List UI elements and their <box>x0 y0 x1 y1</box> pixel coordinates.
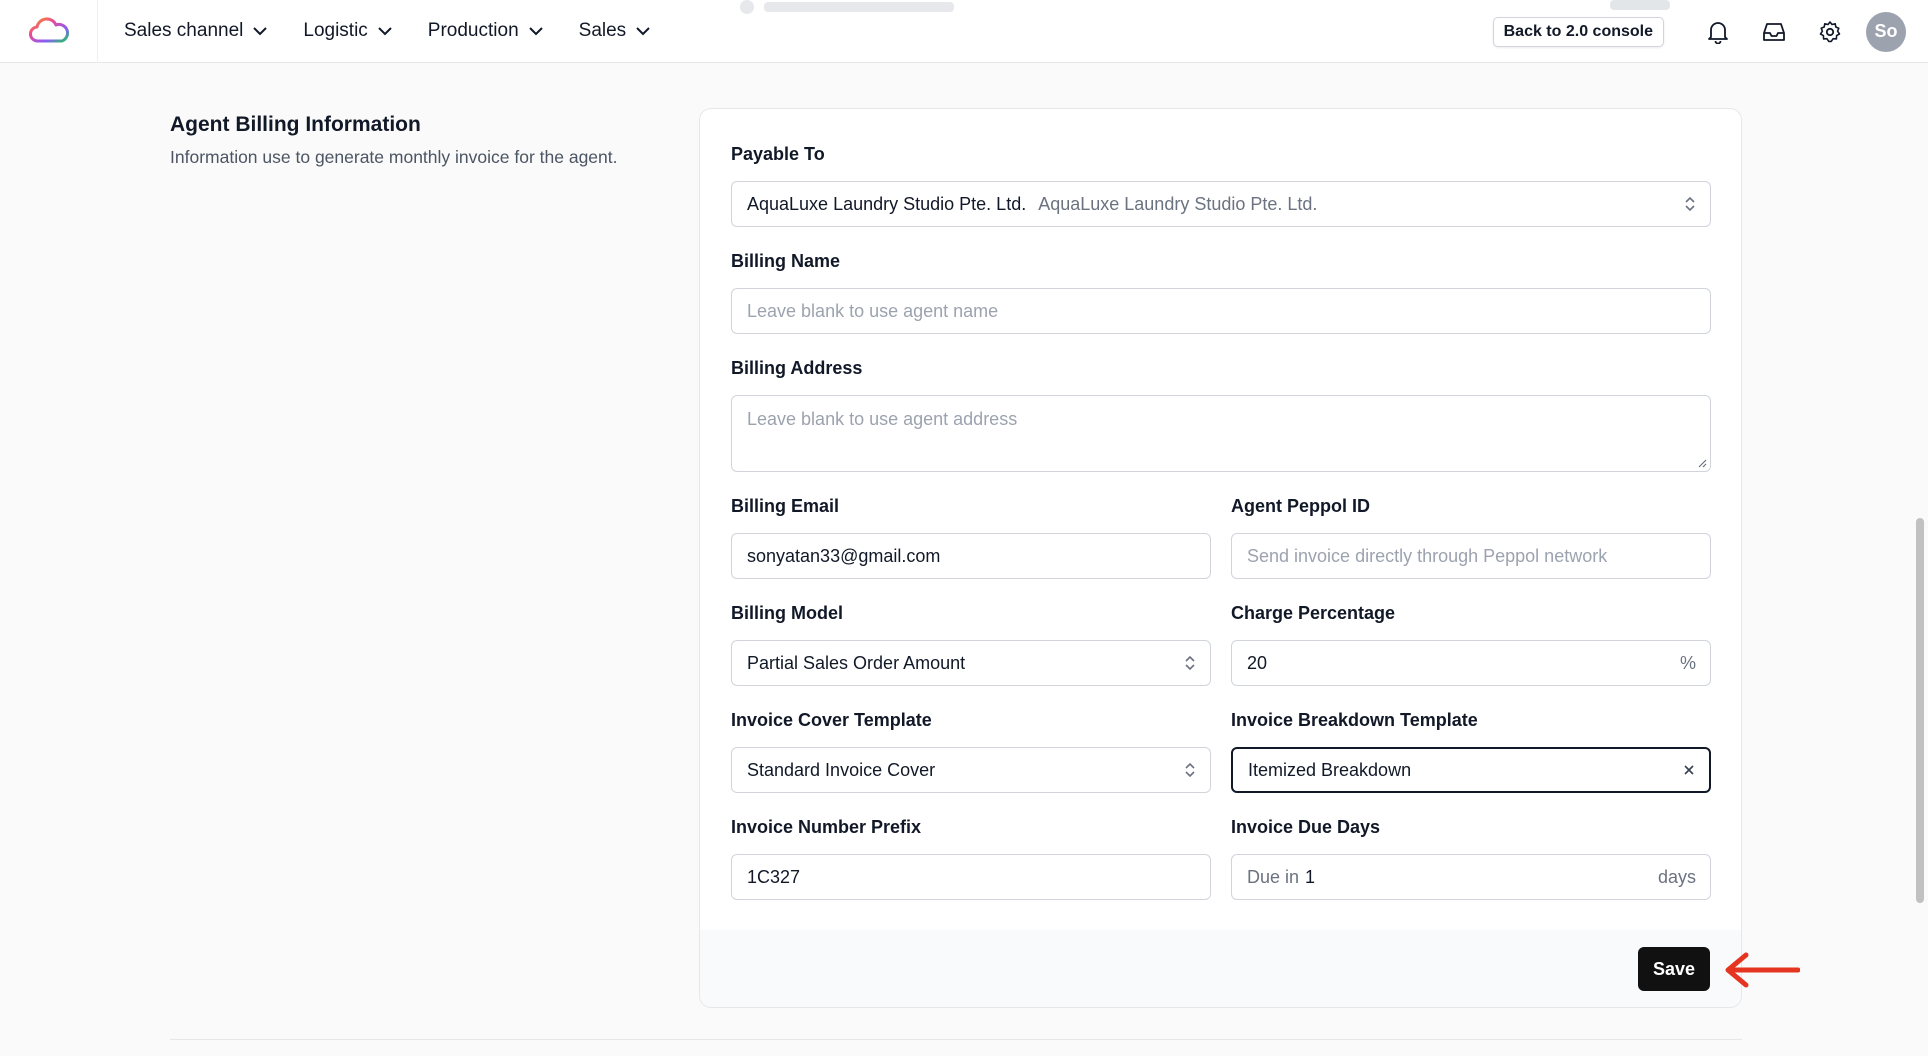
invoice-due-days-value: 1 <box>1305 866 1316 887</box>
invoice-cover-template-label: Invoice Cover Template <box>731 710 932 730</box>
scrollbar-thumb[interactable] <box>1916 518 1924 903</box>
page-scrollbar[interactable] <box>1912 63 1928 1056</box>
main-nav: Sales channel Logistic Production Sales <box>124 20 686 42</box>
select-updown-icon <box>1684 182 1696 226</box>
billing-email-label: Billing Email <box>731 496 840 516</box>
payable-to-select[interactable]: AquaLuxe Laundry Studio Pte. Ltd. AquaLu… <box>731 181 1711 227</box>
billing-name-input[interactable]: Leave blank to use agent name <box>731 288 1711 334</box>
invoice-breakdown-template-label: Invoice Breakdown Template <box>1231 710 1478 730</box>
invoice-due-days-input[interactable]: Due in 1 days <box>1231 854 1711 900</box>
percent-suffix: % <box>1679 652 1696 673</box>
payable-to-value: AquaLuxe Laundry Studio Pte. Ltd. <box>747 193 1027 214</box>
select-updown-icon <box>1184 641 1196 685</box>
gear-icon <box>1819 20 1841 42</box>
invoice-breakdown-template-value: Itemized Breakdown <box>1248 759 1412 780</box>
top-navigation-bar: Sales channel Logistic Production Sales … <box>0 0 1928 63</box>
section-description: Information use to generate monthly invo… <box>170 147 618 167</box>
billing-email-input[interactable]: sonyatan33@gmail.com <box>731 533 1211 579</box>
billing-model-value: Partial Sales Order Amount <box>747 652 966 673</box>
notifications-button[interactable] <box>1690 12 1746 52</box>
resize-grip-icon[interactable] <box>1697 458 1707 468</box>
chevron-down-icon <box>378 26 392 35</box>
clear-selection-button[interactable] <box>1683 749 1695 791</box>
chevron-down-icon <box>528 26 543 35</box>
card-footer <box>700 930 1741 1007</box>
billing-name-label: Billing Name <box>731 251 841 271</box>
nav-production[interactable]: Production <box>428 20 543 42</box>
billing-name-placeholder: Leave blank to use agent name <box>747 300 999 321</box>
days-suffix: days <box>1657 866 1696 887</box>
annotation-arrow-icon <box>1725 952 1800 988</box>
nav-label: Sales <box>578 20 627 41</box>
charge-percentage-input[interactable]: 20 % <box>1231 640 1711 686</box>
inbox-button[interactable] <box>1746 12 1802 52</box>
payable-to-label: Payable To <box>731 144 825 164</box>
back-to-console-button[interactable]: Back to 2.0 console <box>1492 16 1664 47</box>
select-updown-icon <box>1184 748 1196 792</box>
billing-model-select[interactable]: Partial Sales Order Amount <box>731 640 1211 686</box>
charge-percentage-label: Charge Percentage <box>1231 603 1396 623</box>
section-divider <box>170 1039 1742 1040</box>
nav-label: Production <box>427 20 519 41</box>
billing-address-placeholder: Leave blank to use agent address <box>747 409 1018 429</box>
billing-model-label: Billing Model <box>731 603 843 623</box>
close-icon <box>1684 765 1694 775</box>
billing-address-label: Billing Address <box>731 358 863 378</box>
bell-icon <box>1708 21 1728 44</box>
peppol-id-placeholder: Send invoice directly through Peppol net… <box>1247 545 1608 566</box>
invoice-cover-template-value: Standard Invoice Cover <box>747 759 936 780</box>
due-in-prefix: Due in <box>1247 866 1300 887</box>
billing-email-value: sonyatan33@gmail.com <box>747 545 941 566</box>
nav-sales-channel[interactable]: Sales channel <box>124 20 268 42</box>
chevron-down-icon <box>253 26 268 35</box>
inbox-icon <box>1763 22 1785 41</box>
nav-logistic[interactable]: Logistic <box>303 20 392 42</box>
user-avatar[interactable]: So <box>1866 11 1906 52</box>
invoice-number-prefix-label: Invoice Number Prefix <box>731 817 922 837</box>
top-right-actions: Back to 2.0 console So <box>1492 0 1906 63</box>
chevron-down-icon <box>636 26 650 35</box>
save-button[interactable]: Save <box>1638 947 1710 991</box>
cloud-logo-icon <box>28 17 69 43</box>
app-logo[interactable] <box>0 0 98 63</box>
payable-to-secondary: AquaLuxe Laundry Studio Pte. Ltd. <box>1038 193 1318 214</box>
nav-sales[interactable]: Sales <box>579 20 651 42</box>
nav-label: Logistic <box>303 20 368 41</box>
invoice-number-prefix-input[interactable]: 1C327 <box>731 854 1211 900</box>
peppol-id-label: Agent Peppol ID <box>1231 496 1370 516</box>
faded-background-content <box>740 0 970 14</box>
invoice-number-prefix-value: 1C327 <box>747 866 801 887</box>
charge-percentage-value: 20 <box>1247 652 1268 673</box>
peppol-id-input[interactable]: Send invoice directly through Peppol net… <box>1231 533 1711 579</box>
nav-label: Sales channel <box>124 20 244 41</box>
settings-button[interactable] <box>1802 12 1858 52</box>
invoice-due-days-label: Invoice Due Days <box>1231 817 1381 837</box>
billing-address-textarea[interactable]: Leave blank to use agent address <box>731 395 1711 472</box>
invoice-breakdown-template-combobox[interactable]: Itemized Breakdown <box>1231 747 1711 793</box>
section-title: Agent Billing Information <box>170 113 421 136</box>
invoice-cover-template-select[interactable]: Standard Invoice Cover <box>731 747 1211 793</box>
